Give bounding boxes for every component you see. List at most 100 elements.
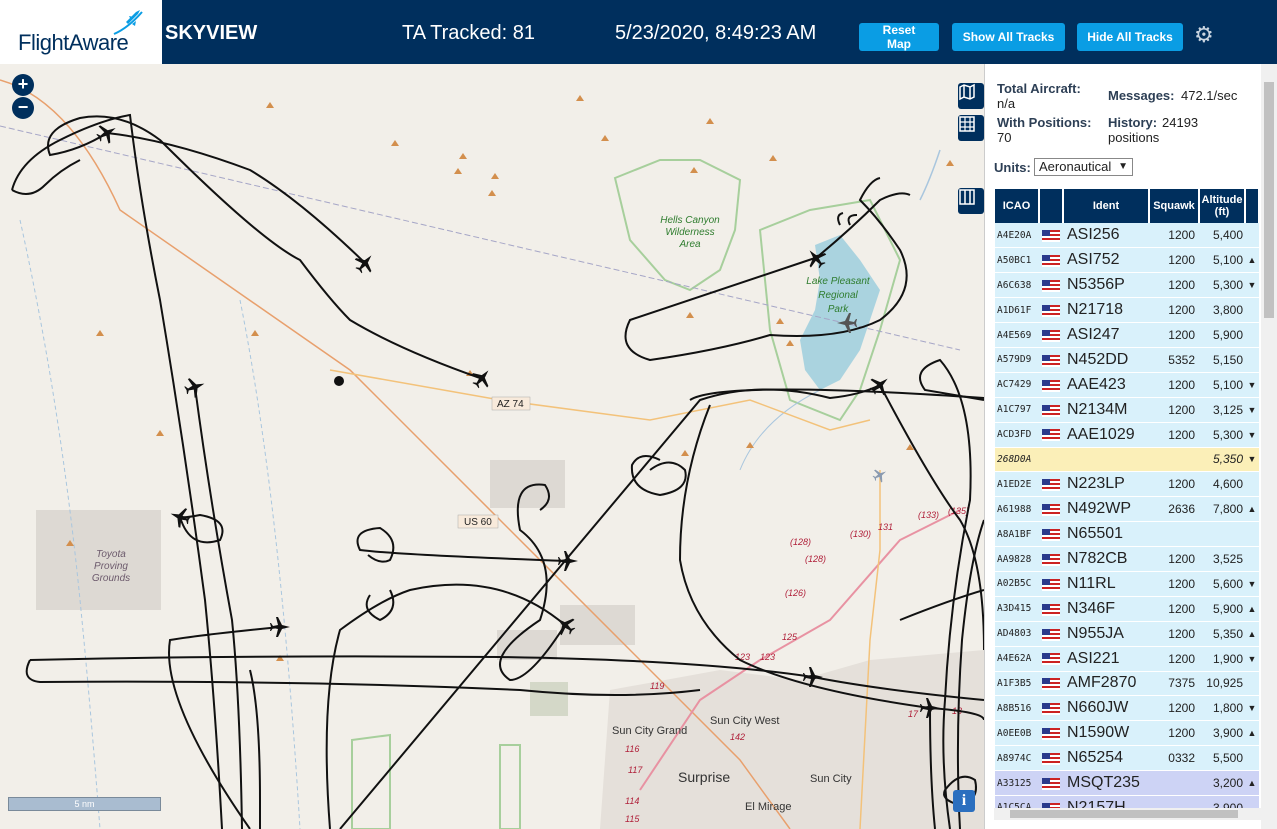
flightaware-logo[interactable]: FlightAware	[0, 0, 162, 64]
aircraft-table: ICAO Ident Squawk Altitude (ft) A4E20A AS…	[995, 189, 1259, 829]
columns-icon[interactable]	[958, 188, 984, 214]
trend-cell: ▼	[1245, 646, 1259, 672]
table-row[interactable]: ACD3FD AAE1029 1200 5,300 ▼	[995, 422, 1259, 448]
icao-cell: A579D9	[995, 347, 1039, 373]
map-canvas[interactable]: Hells Canyon Wilderness Area Lake Pleasa…	[0, 64, 984, 829]
scrollbar-thumb[interactable]	[1010, 810, 1238, 818]
altitude-cell: 5,100	[1199, 247, 1245, 274]
map-label-sun-city-grand: Sun City Grand	[612, 725, 687, 737]
table-row[interactable]: A8A1BF N65501	[995, 521, 1259, 548]
trend-cell	[1245, 322, 1259, 348]
altitude-cell: 5,350	[1199, 447, 1245, 473]
us-flag-icon	[1042, 728, 1060, 741]
proving-grounds-area	[36, 510, 161, 610]
map-label-sun-city: Sun City	[810, 773, 852, 785]
table-row[interactable]: A33125 MSQT235 3,200 ▲	[995, 770, 1259, 796]
trend-cell: ▲	[1245, 720, 1259, 747]
squawk-cell: 1200	[1149, 247, 1199, 274]
table-row[interactable]: A8974C N65254 0332 5,500	[995, 745, 1259, 772]
hide-all-tracks-button[interactable]: Hide All Tracks	[1077, 23, 1183, 51]
column-header-altitude[interactable]: Altitude (ft)	[1199, 189, 1246, 223]
map-view[interactable]: Hells Canyon Wilderness Area Lake Pleasa…	[0, 64, 984, 829]
table-row[interactable]: A1ED2E N223LP 1200 4,600	[995, 471, 1259, 498]
units-value: Aeronautical	[1039, 159, 1112, 174]
squawk-cell: 1200	[1149, 272, 1199, 299]
scale-bar: 5 nm	[8, 797, 161, 811]
icao-cell: A1D61F	[995, 297, 1039, 324]
column-header-ident[interactable]: Ident	[1063, 189, 1150, 223]
squawk-cell: 1200	[1149, 471, 1199, 498]
trend-cell: ▼	[1245, 571, 1259, 597]
table-row[interactable]: A61988 N492WP 2636 7,800 ▲	[995, 496, 1259, 523]
total-aircraft-label: Total Aircraft:	[997, 81, 1081, 96]
table-row[interactable]: A02B5C N11RL 1200 5,600 ▼	[995, 571, 1259, 597]
icao-cell: AC7429	[995, 372, 1039, 398]
info-icon[interactable]: i	[953, 790, 975, 812]
squawk-cell: 1200	[1149, 372, 1199, 398]
table-row[interactable]: A1D61F N21718 1200 3,800	[995, 297, 1259, 324]
table-row[interactable]: A0EE0B N1590W 1200 3,900 ▲	[995, 720, 1259, 747]
table-row[interactable]: A1C797 N2134M 1200 3,125 ▼	[995, 397, 1259, 423]
show-all-tracks-button[interactable]: Show All Tracks	[952, 23, 1065, 51]
altitude-cell: 1,900	[1199, 646, 1245, 672]
flag-cell	[1039, 347, 1063, 373]
table-row[interactable]: A6C638 N5356P 1200 5,300 ▼	[995, 272, 1259, 299]
table-row[interactable]: AC7429 AAE423 1200 5,100 ▼	[995, 372, 1259, 398]
table-row[interactable]: A579D9 N452DD 5352 5,150	[995, 347, 1259, 373]
altitude-cell: 5,600	[1199, 571, 1245, 597]
aircraft-panel: Total Aircraft: n/a With Positions: 70 M…	[984, 64, 1277, 829]
squawk-cell: 1200	[1149, 397, 1199, 423]
horizontal-scrollbar[interactable]	[994, 808, 1261, 820]
squawk-cell: 1200	[1149, 223, 1199, 249]
flag-cell	[1039, 422, 1063, 448]
scrollbar-thumb[interactable]	[1264, 82, 1274, 318]
altitude-cell: 3,125	[1199, 397, 1245, 423]
flag-cell	[1039, 770, 1063, 796]
us-flag-icon	[1042, 653, 1060, 666]
altitude-cell: 1,800	[1199, 695, 1245, 722]
ident-cell	[1063, 447, 1149, 473]
us-flag-icon	[1042, 553, 1060, 566]
flag-cell	[1039, 372, 1063, 398]
table-row[interactable]: A8B516 N660JW 1200 1,800 ▼	[995, 695, 1259, 722]
gear-icon[interactable]: ⚙	[1194, 22, 1214, 48]
tracked-count: TA Tracked: 81	[402, 22, 536, 44]
squawk-cell: 1200	[1149, 621, 1199, 647]
table-row[interactable]: AA9828 N782CB 1200 3,525	[995, 546, 1259, 572]
svg-text:131: 131	[878, 522, 893, 532]
units-select[interactable]: Aeronautical ▼	[1034, 158, 1133, 176]
table-row[interactable]: A50BC1 ASI752 1200 5,100 ▲	[995, 247, 1259, 274]
table-row[interactable]: A4E62A ASI221 1200 1,900 ▼	[995, 646, 1259, 672]
table-row[interactable]: AD4803 N955JA 1200 5,350 ▲	[995, 621, 1259, 647]
table-row[interactable]: A4E20A ASI256 1200 5,400	[995, 223, 1259, 249]
ident-cell: N346F	[1063, 596, 1149, 622]
ident-cell: N65254	[1063, 745, 1149, 772]
ident-cell: AAE1029	[1063, 422, 1149, 448]
us-flag-icon	[1042, 429, 1060, 442]
column-header-flag[interactable]	[1039, 189, 1064, 223]
map-layers-icon[interactable]	[958, 83, 984, 109]
trend-cell: ▼	[1245, 397, 1259, 423]
map-label-toyota: Toyota	[96, 549, 126, 560]
reset-map-button[interactable]: Reset Map	[859, 23, 939, 51]
zoom-out-button[interactable]: −	[12, 97, 34, 119]
table-row[interactable]: 268D0A 5,350 ▼	[995, 447, 1259, 473]
table-row[interactable]: A4E569 ASI247 1200 5,900	[995, 322, 1259, 348]
column-header-icao[interactable]: ICAO	[995, 189, 1040, 223]
us-flag-icon	[1042, 280, 1060, 293]
column-header-trend[interactable]	[1245, 189, 1259, 223]
vertical-scrollbar[interactable]	[1261, 64, 1277, 829]
squawk-cell: 7375	[1149, 671, 1199, 697]
us-flag-icon	[1042, 777, 1060, 790]
logo-text: FlightAware	[18, 30, 129, 55]
trend-cell	[1245, 471, 1259, 498]
flag-cell	[1039, 571, 1063, 597]
grid-icon[interactable]	[958, 115, 984, 141]
messages-value: 472.1/sec	[1181, 88, 1238, 103]
table-row[interactable]: A1F3B5 AMF2870 7375 10,925	[995, 671, 1259, 697]
table-row[interactable]: A3D415 N346F 1200 5,900 ▲	[995, 596, 1259, 622]
total-aircraft-value: n/a	[997, 96, 1016, 111]
icao-cell: A4E62A	[995, 646, 1039, 672]
zoom-in-button[interactable]: +	[12, 74, 34, 96]
column-header-squawk[interactable]: Squawk	[1149, 189, 1200, 223]
